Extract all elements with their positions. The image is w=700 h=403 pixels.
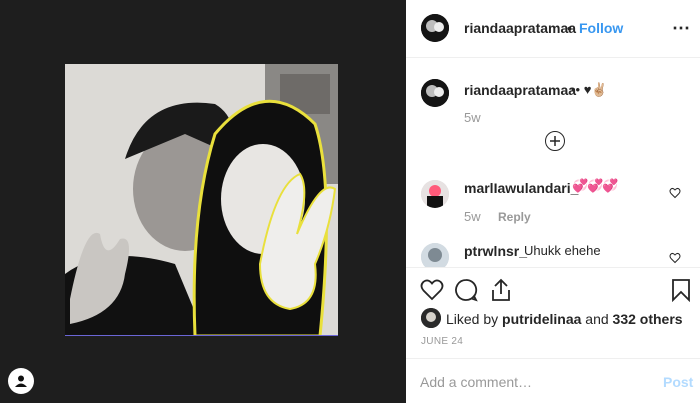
add-comment-bar: Post bbox=[406, 358, 700, 403]
comment-username[interactable]: marlIawulandari_ bbox=[464, 180, 578, 196]
follow-button[interactable]: Follow bbox=[579, 20, 623, 36]
post-date[interactable]: JUNE 24 bbox=[421, 336, 463, 347]
likes-user-link[interactable]: putridelinaa bbox=[502, 311, 581, 327]
caption-age: 5w bbox=[464, 110, 481, 125]
likes-middle: and bbox=[585, 311, 609, 327]
comment-like-heart-icon[interactable] bbox=[669, 187, 681, 199]
account-fab-button[interactable] bbox=[8, 368, 34, 394]
comment-bubble-icon[interactable] bbox=[454, 278, 478, 302]
author-username[interactable]: riandaapratamaa bbox=[464, 20, 576, 36]
post-comment-button[interactable]: Post bbox=[663, 374, 693, 390]
caption-avatar-image bbox=[421, 79, 449, 107]
comment-avatar[interactable] bbox=[421, 180, 449, 208]
comment-username[interactable]: ptrwlnsr_ bbox=[464, 243, 527, 259]
comment-avatar-image bbox=[421, 243, 449, 267]
comment-age: 5w bbox=[464, 209, 481, 224]
like-heart-icon[interactable] bbox=[420, 278, 444, 302]
bookmark-icon[interactable] bbox=[669, 278, 693, 302]
add-comment-input[interactable] bbox=[420, 372, 650, 392]
post-sidebar: riandaapratamaa • Follow ⋯ riandaapratam… bbox=[406, 0, 700, 403]
post-photo-image bbox=[65, 64, 338, 336]
separator-dot: • bbox=[567, 20, 572, 36]
comment-text: 💞💞💞 bbox=[572, 178, 619, 193]
media-panel bbox=[0, 0, 406, 403]
author-avatar-image bbox=[421, 14, 449, 42]
likes-summary: Liked by putridelinaa and 332 others bbox=[446, 311, 683, 327]
caption-username[interactable]: riandaapratamaa bbox=[464, 82, 576, 98]
post-photo[interactable] bbox=[65, 64, 338, 336]
post-header: riandaapratamaa • Follow ⋯ bbox=[406, 0, 700, 58]
plus-circle-icon bbox=[550, 136, 560, 146]
share-icon[interactable] bbox=[489, 278, 513, 302]
reply-button[interactable]: Reply bbox=[498, 210, 531, 224]
likes-prefix: Liked by bbox=[446, 311, 499, 327]
liked-by-avatar-image bbox=[421, 308, 441, 328]
load-more-comments-button[interactable] bbox=[545, 131, 565, 151]
likes-others-link[interactable]: 332 others bbox=[613, 311, 683, 327]
author-avatar[interactable] bbox=[421, 14, 449, 42]
more-options-icon[interactable]: ⋯ bbox=[672, 18, 691, 39]
caption-avatar[interactable] bbox=[421, 79, 449, 107]
user-icon bbox=[15, 375, 27, 387]
comment-text: Uhukk ehehe bbox=[524, 243, 601, 258]
caption-text: •• ♥✌🏼 bbox=[571, 82, 608, 97]
comment-like-heart-icon[interactable] bbox=[669, 252, 681, 264]
liked-by-avatar[interactable] bbox=[421, 308, 441, 328]
post-actions: Liked by putridelinaa and 332 others JUN… bbox=[406, 267, 700, 403]
comment-avatar[interactable] bbox=[421, 243, 449, 267]
comments-list[interactable]: riandaapratamaa •• ♥✌🏼 5w marlIawulandar… bbox=[406, 59, 700, 267]
comment-avatar-image bbox=[421, 180, 449, 208]
